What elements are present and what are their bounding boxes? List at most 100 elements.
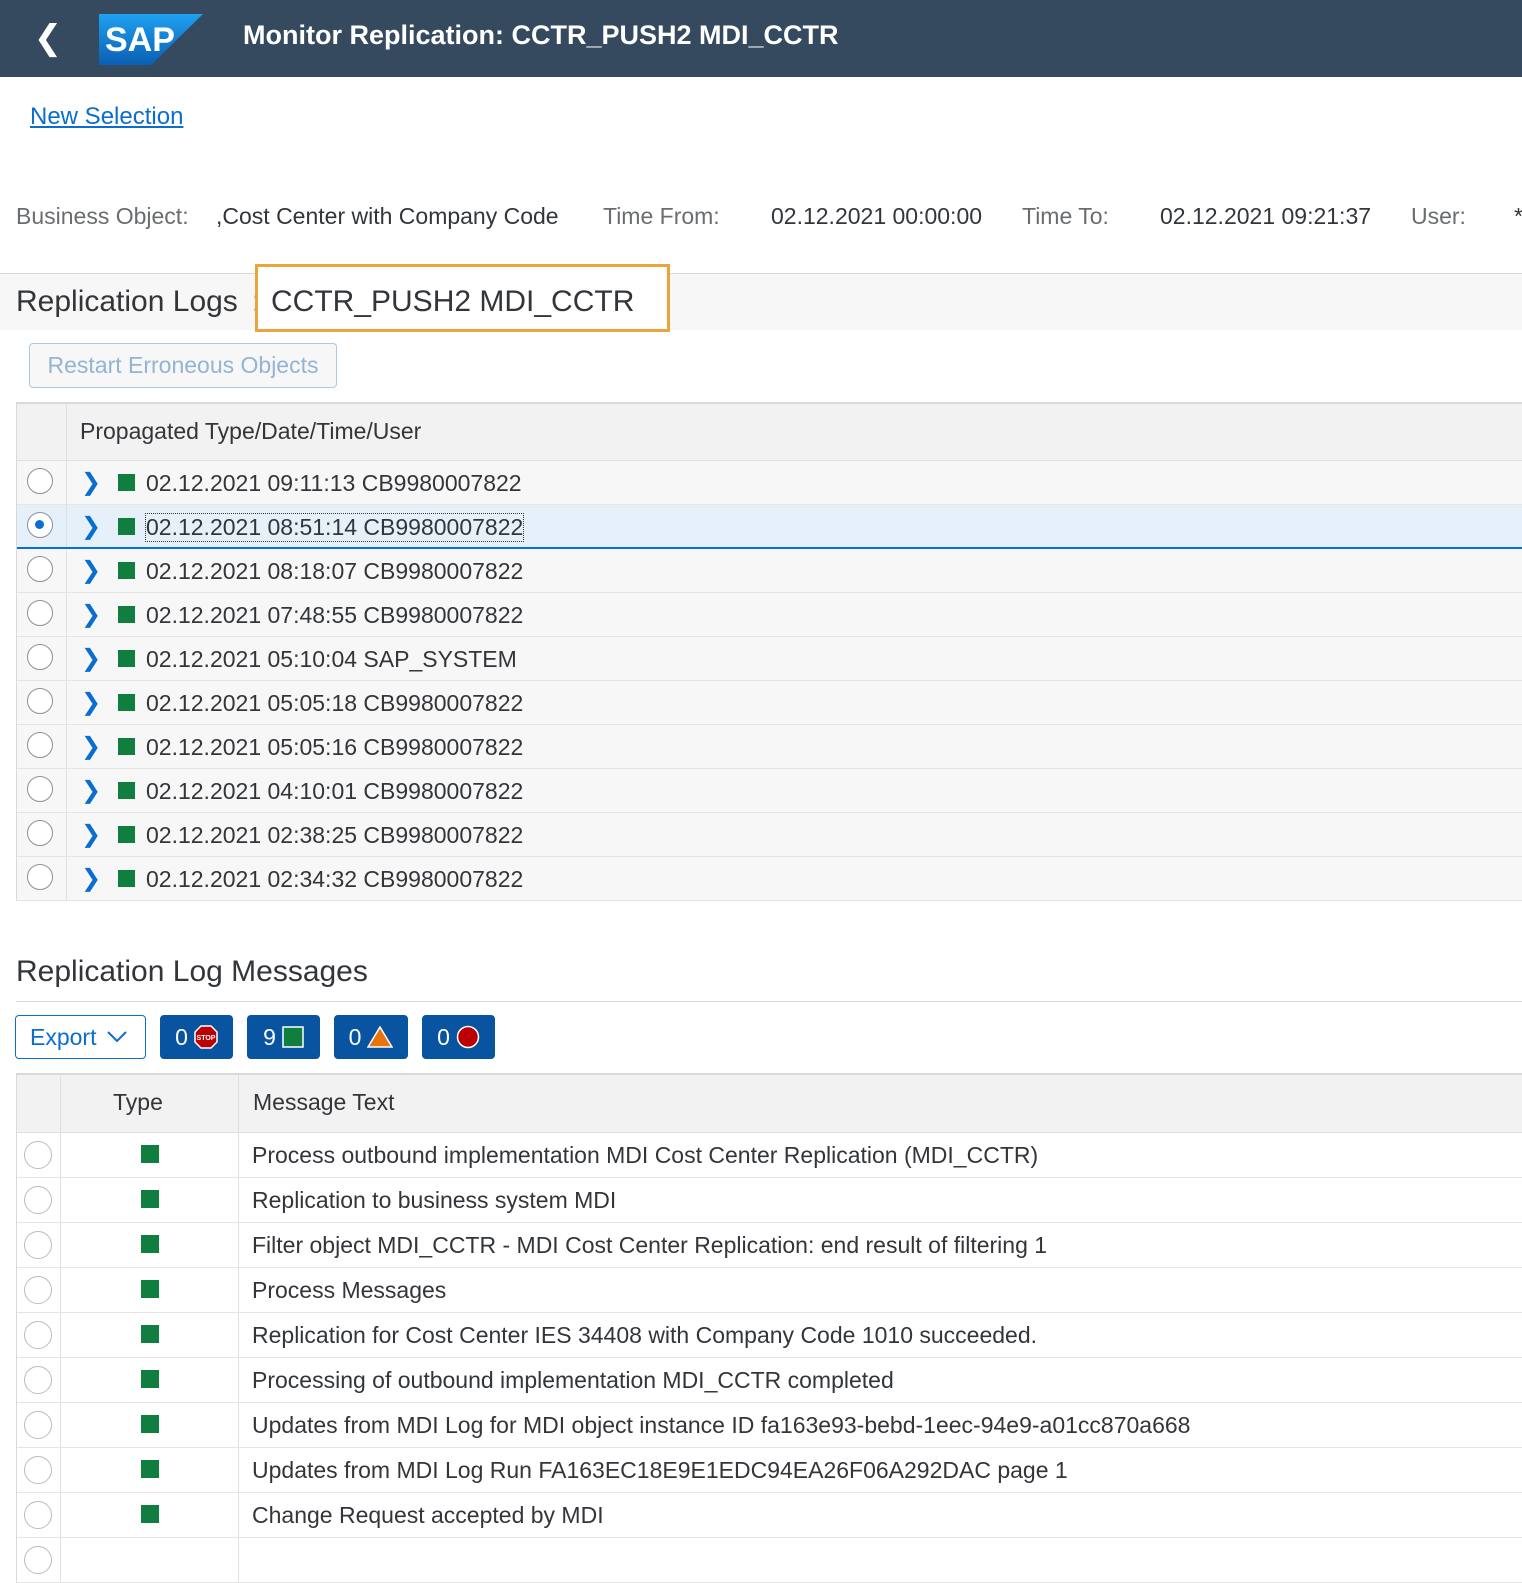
user-value: * bbox=[1514, 203, 1522, 230]
row-radio[interactable] bbox=[24, 1456, 52, 1484]
row-radio[interactable] bbox=[27, 468, 53, 494]
error-circle-icon bbox=[456, 1025, 480, 1049]
row-radio[interactable] bbox=[27, 644, 53, 670]
stop-icon: STOP bbox=[194, 1025, 218, 1049]
table-row[interactable]: ❯ 02.12.2021 07:48:55 CB9980007822 bbox=[17, 593, 1522, 637]
time-to-value: 02.12.2021 09:21:37 bbox=[1160, 203, 1372, 229]
message-text: Replication to business system MDI bbox=[252, 1187, 617, 1213]
table-row[interactable]: Change Request accepted by MDI bbox=[17, 1493, 1522, 1538]
table-row[interactable]: ❯ 02.12.2021 08:18:07 CB9980007822 bbox=[17, 549, 1522, 593]
table-row[interactable]: ❯ 02.12.2021 09:11:13 CB9980007822 bbox=[17, 461, 1522, 505]
table-row[interactable]: ❯ 02.12.2021 02:34:32 CB9980007822 bbox=[17, 857, 1522, 901]
svg-text:STOP: STOP bbox=[196, 1035, 215, 1042]
chevron-right-icon[interactable]: ❯ bbox=[81, 600, 101, 629]
sap-logo: SAP bbox=[99, 14, 203, 65]
row-radio[interactable] bbox=[24, 1411, 52, 1439]
row-radio[interactable] bbox=[24, 1366, 52, 1394]
row-radio[interactable] bbox=[24, 1321, 52, 1349]
table-row[interactable]: Processing of outbound implementation MD… bbox=[17, 1358, 1522, 1403]
table-row[interactable]: Replication to business system MDI bbox=[17, 1178, 1522, 1223]
row-radio[interactable] bbox=[24, 1501, 52, 1529]
row-select-cell bbox=[17, 1448, 61, 1492]
success-status-icon bbox=[141, 1325, 159, 1343]
table-row[interactable]: Filter object MDI_CCTR - MDI Cost Center… bbox=[17, 1223, 1522, 1268]
row-text: 02.12.2021 05:10:04 SAP_SYSTEM bbox=[146, 646, 517, 672]
replication-logs-subtitle: CCTR_PUSH2 MDI_CCTR bbox=[271, 285, 635, 318]
row-radio[interactable] bbox=[27, 732, 53, 758]
warning-count: 0 bbox=[348, 1023, 362, 1050]
row-select-cell bbox=[17, 593, 67, 636]
divider bbox=[16, 1001, 1522, 1002]
chevron-right-icon[interactable]: ❯ bbox=[81, 644, 101, 673]
warning-triangle-icon bbox=[367, 1026, 394, 1048]
row-text: 02.12.2021 09:11:13 CB9980007822 bbox=[146, 470, 522, 496]
row-radio[interactable] bbox=[24, 1231, 52, 1259]
row-radio[interactable] bbox=[27, 864, 53, 890]
table-row[interactable]: ❯ 02.12.2021 05:05:18 CB9980007822 bbox=[17, 681, 1522, 725]
restart-erroneous-objects-button[interactable]: Restart Erroneous Objects bbox=[29, 343, 337, 388]
filter-success-button[interactable]: 9 bbox=[247, 1015, 320, 1059]
table-row[interactable]: ❯ 02.12.2021 04:10:01 CB9980007822 bbox=[17, 769, 1522, 813]
table-row[interactable]: ❯ 02.12.2021 08:51:14 CB9980007822 bbox=[17, 505, 1522, 549]
message-text: Process Messages bbox=[252, 1277, 447, 1303]
row-select-cell bbox=[17, 1268, 61, 1312]
select-column-header bbox=[17, 1075, 61, 1132]
chevron-right-icon[interactable]: ❯ bbox=[81, 688, 101, 717]
row-radio[interactable] bbox=[27, 820, 53, 846]
messages-table: Type Message Text Process outbound imple… bbox=[16, 1073, 1522, 1583]
success-status-icon bbox=[118, 518, 135, 535]
table-header: Propagated Type/Date/Time/User bbox=[17, 404, 1522, 461]
success-status-icon bbox=[118, 474, 135, 491]
table-row[interactable]: Process Messages bbox=[17, 1268, 1522, 1313]
message-text: Updates from MDI Log Run FA163EC18E9E1ED… bbox=[252, 1457, 1068, 1483]
table-row[interactable]: Replication for Cost Center IES 34408 wi… bbox=[17, 1313, 1522, 1358]
row-select-cell bbox=[17, 813, 67, 856]
table-row[interactable]: ❯ 02.12.2021 05:10:04 SAP_SYSTEM bbox=[17, 637, 1522, 681]
time-from-label: Time From: bbox=[603, 203, 720, 229]
message-text: Processing of outbound implementation MD… bbox=[252, 1367, 894, 1393]
chevron-right-icon[interactable]: ❯ bbox=[81, 512, 101, 541]
chevron-right-icon[interactable]: ❯ bbox=[81, 468, 101, 497]
success-status-icon bbox=[118, 606, 135, 623]
table-row[interactable]: Process outbound implementation MDI Cost… bbox=[17, 1133, 1522, 1178]
row-radio[interactable] bbox=[27, 776, 53, 802]
row-radio[interactable] bbox=[27, 512, 53, 538]
row-select-cell bbox=[17, 637, 67, 680]
chevron-right-icon[interactable]: ❯ bbox=[81, 732, 101, 761]
table-row[interactable]: Updates from MDI Log Run FA163EC18E9E1ED… bbox=[17, 1448, 1522, 1493]
row-select-cell bbox=[17, 461, 67, 504]
row-select-cell bbox=[17, 505, 67, 547]
filter-stop-button[interactable]: 0 STOP bbox=[160, 1015, 233, 1059]
table-row[interactable]: Updates from MDI Log for MDI object inst… bbox=[17, 1403, 1522, 1448]
row-select-cell bbox=[17, 725, 67, 768]
table-row[interactable]: ❯ 02.12.2021 02:38:25 CB9980007822 bbox=[17, 813, 1522, 857]
row-text: 02.12.2021 07:48:55 CB9980007822 bbox=[146, 602, 524, 628]
table-row[interactable]: ❯ 02.12.2021 05:05:16 CB9980007822 bbox=[17, 725, 1522, 769]
new-selection-link[interactable]: New Selection bbox=[30, 103, 183, 131]
chevron-right-icon[interactable]: ❯ bbox=[81, 556, 101, 585]
type-cell bbox=[61, 1538, 239, 1582]
success-count: 9 bbox=[263, 1023, 276, 1050]
row-radio[interactable] bbox=[27, 600, 53, 626]
replication-logs-title-text: Replication Logs bbox=[16, 285, 238, 318]
error-count: 0 bbox=[437, 1023, 450, 1050]
row-select-cell bbox=[17, 1223, 61, 1267]
success-status-icon bbox=[118, 650, 135, 667]
row-select-cell bbox=[17, 1358, 61, 1402]
row-radio[interactable] bbox=[24, 1141, 52, 1169]
filter-warning-button[interactable]: 0 bbox=[334, 1015, 408, 1059]
row-radio[interactable] bbox=[27, 688, 53, 714]
export-button[interactable]: Export bbox=[15, 1015, 146, 1059]
back-button[interactable]: ❮ bbox=[30, 18, 66, 58]
row-radio[interactable] bbox=[24, 1186, 52, 1214]
filter-error-button[interactable]: 0 bbox=[422, 1015, 495, 1059]
row-text: 02.12.2021 05:05:18 CB9980007822 bbox=[146, 690, 524, 716]
row-select-cell bbox=[17, 1133, 61, 1177]
chevron-right-icon[interactable]: ❯ bbox=[81, 776, 101, 805]
row-select-cell bbox=[17, 681, 67, 724]
chevron-right-icon[interactable]: ❯ bbox=[81, 820, 101, 849]
chevron-right-icon[interactable]: ❯ bbox=[81, 864, 101, 893]
row-radio[interactable] bbox=[27, 556, 53, 582]
export-label: Export bbox=[30, 1023, 97, 1050]
row-radio[interactable] bbox=[24, 1276, 52, 1304]
